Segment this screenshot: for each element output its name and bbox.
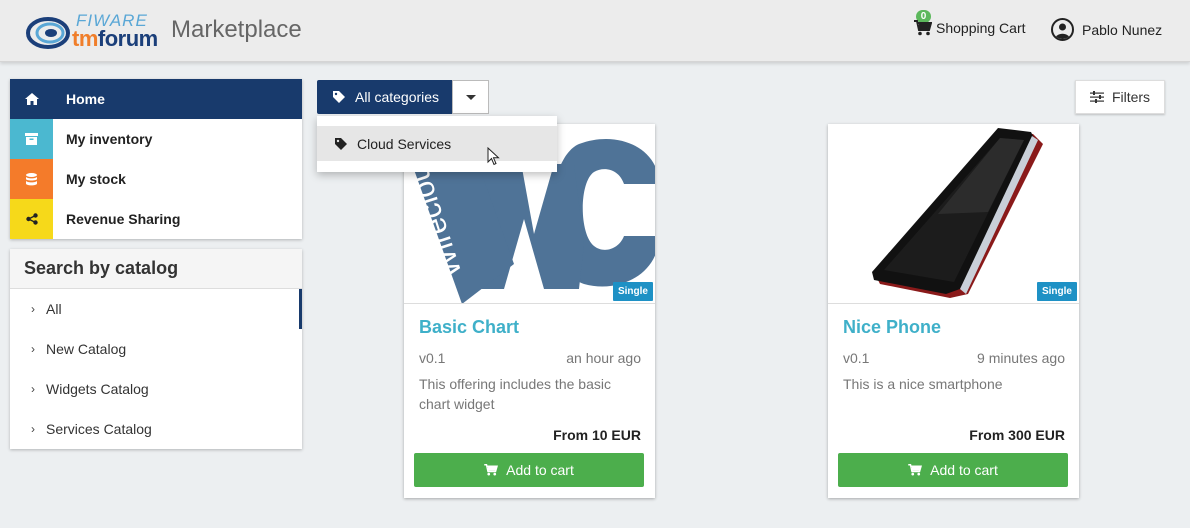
offering-version: v0.1 <box>419 350 446 366</box>
catalog-item-services-catalog[interactable]: › Services Catalog <box>10 409 302 449</box>
add-to-cart-button[interactable]: Add to cart <box>414 453 644 487</box>
archive-icon <box>10 119 53 159</box>
filters-button[interactable]: Filters <box>1075 80 1165 114</box>
offering-time: 9 minutes ago <box>977 350 1065 366</box>
offering-description: This is a nice smartphone <box>843 376 1003 392</box>
pricing-type-badge: Single <box>1036 282 1077 301</box>
tag-icon <box>335 137 347 150</box>
page-title: Marketplace <box>171 16 302 43</box>
logo-swirl-icon <box>26 17 70 49</box>
catalog-panel: Search by catalog › All › New Catalog › … <box>10 249 302 449</box>
offering-title[interactable]: Basic Chart <box>419 317 519 338</box>
offering-time: an hour ago <box>566 350 641 366</box>
chevron-right-icon: › <box>31 302 35 316</box>
offering-version: v0.1 <box>843 350 870 366</box>
catalog-item-new-catalog[interactable]: › New Catalog <box>10 329 302 369</box>
tag-icon <box>333 91 345 103</box>
user-avatar-icon <box>1051 18 1074 41</box>
shopping-cart-label: Shopping Cart <box>936 20 1026 36</box>
sliders-icon <box>1089 91 1104 103</box>
add-to-cart-button[interactable]: Add to cart <box>838 453 1068 487</box>
home-icon <box>10 79 53 119</box>
catalog-item-widgets-catalog[interactable]: › Widgets Catalog <box>10 369 302 409</box>
menu-item-cloud-services[interactable]: Cloud Services <box>317 126 557 161</box>
cart-icon <box>908 464 923 476</box>
offering-description: This offering includes the basic chart w… <box>419 376 611 412</box>
catalog-item-all[interactable]: › All <box>10 289 302 329</box>
mouse-pointer-icon <box>487 147 500 166</box>
logo-tmforum-text: tmforum <box>72 26 158 51</box>
sidebar-item-my-stock[interactable]: My stock <box>10 159 302 199</box>
database-icon <box>10 159 53 199</box>
chevron-right-icon: › <box>31 422 35 436</box>
offering-price: From 10 EUR <box>553 427 641 443</box>
category-dropdown: All categories <box>317 80 489 114</box>
offering-card[interactable]: Single Nice Phone v0.1 9 minutes ago Thi… <box>828 124 1079 498</box>
catalog-heading: Search by catalog <box>10 249 302 289</box>
category-dropdown-menu: Cloud Services <box>317 116 557 172</box>
smartphone-image <box>872 128 1043 298</box>
user-name: Pablo Nunez <box>1082 21 1163 38</box>
chevron-right-icon: › <box>31 342 35 356</box>
offering-price: From 300 EUR <box>969 427 1065 443</box>
pricing-type-badge: Single <box>612 282 653 301</box>
category-dropdown-toggle[interactable] <box>452 80 489 114</box>
cart-icon <box>484 464 499 476</box>
share-icon <box>10 199 53 239</box>
fiware-tmforum-logo[interactable]: FIWARE tmforum <box>26 9 166 51</box>
all-categories-button[interactable]: All categories <box>317 80 452 114</box>
offering-title[interactable]: Nice Phone <box>843 317 941 338</box>
catalog-list: › All › New Catalog › Widgets Catalog › … <box>10 289 302 449</box>
sidebar-nav: Home My inventory My stock Revenue Shari… <box>10 79 302 239</box>
chevron-right-icon: › <box>31 382 35 396</box>
shopping-cart-link[interactable]: Shopping Cart <box>914 20 1026 36</box>
sidebar-item-revenue-sharing[interactable]: Revenue Sharing <box>10 199 302 239</box>
cart-icon <box>914 20 932 36</box>
offering-image-phone[interactable]: Single <box>828 124 1079 304</box>
sidebar-item-home[interactable]: Home <box>10 79 302 119</box>
offering-card[interactable]: Wirecloud Single Basic Chart v0.1 an hou… <box>404 124 655 498</box>
top-header: FIWARE tmforum Marketplace 0 Shopping Ca… <box>0 0 1190 62</box>
sidebar-item-my-inventory[interactable]: My inventory <box>10 119 302 159</box>
user-menu[interactable]: Pablo Nunez <box>1051 18 1162 41</box>
caret-down-icon <box>465 94 476 100</box>
